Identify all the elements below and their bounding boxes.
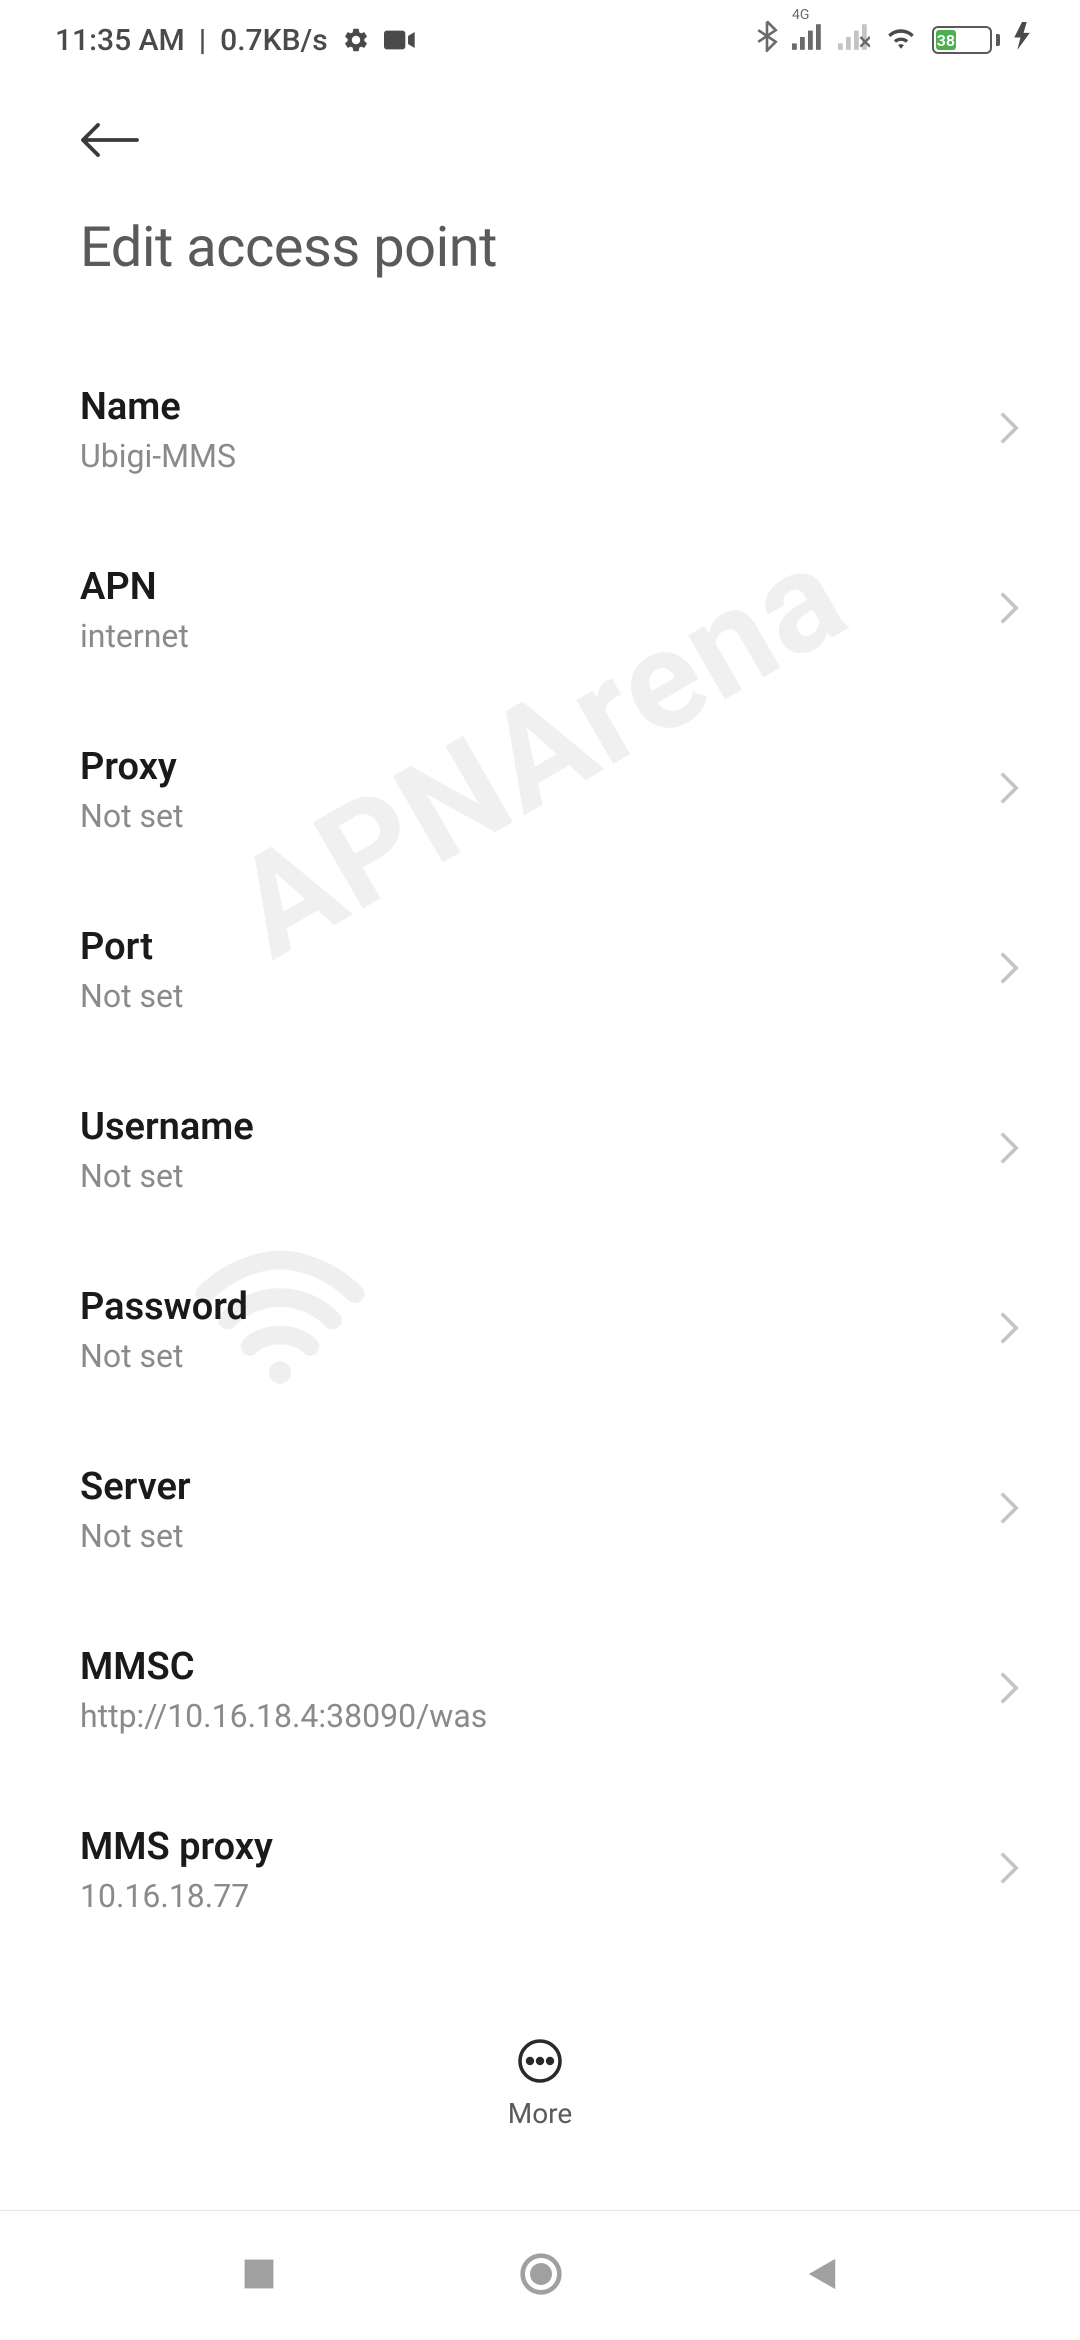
signal-4g-icon: 4G (792, 23, 824, 58)
status-time: 11:35 AM (55, 23, 185, 58)
setting-port[interactable]: Port Not set (0, 880, 1080, 1060)
nav-bar (0, 2210, 1080, 2340)
battery-icon: 38 (932, 26, 1000, 54)
chevron-right-icon (998, 1130, 1020, 1170)
setting-label: Server (80, 1465, 191, 1509)
chevron-right-icon (998, 1670, 1020, 1710)
status-bar: 11:35 AM | 0.7KB/s 4G 38 (0, 0, 1080, 80)
chevron-right-icon (998, 770, 1020, 810)
setting-label: MMSC (80, 1645, 487, 1689)
setting-value: internet (80, 617, 189, 655)
chevron-right-icon (998, 410, 1020, 450)
setting-name[interactable]: Name Ubigi-MMS (0, 340, 1080, 520)
camera-icon (384, 28, 416, 52)
wifi-icon (884, 22, 918, 58)
setting-label: Password (80, 1285, 248, 1329)
setting-value: http://10.16.18.4:38090/was (80, 1697, 487, 1735)
setting-label: Port (80, 925, 183, 969)
setting-mms-proxy[interactable]: MMS proxy 10.16.18.77 (0, 1780, 1080, 1960)
nav-recent-button[interactable] (241, 2256, 277, 2296)
charging-icon (1014, 22, 1030, 58)
setting-apn[interactable]: APN internet (0, 520, 1080, 700)
setting-value: Not set (80, 1517, 191, 1555)
setting-value: 10.16.18.77 (80, 1877, 273, 1915)
setting-value: Not set (80, 977, 183, 1015)
setting-username[interactable]: Username Not set (0, 1060, 1080, 1240)
setting-label: Proxy (80, 745, 183, 789)
chevron-right-icon (998, 1490, 1020, 1530)
chevron-right-icon (998, 1310, 1020, 1350)
signal-no-icon (838, 23, 870, 58)
setting-value: Ubigi-MMS (80, 437, 236, 475)
setting-value: Not set (80, 797, 183, 835)
settings-list: Name Ubigi-MMS APN internet Proxy Not se… (0, 280, 1080, 1960)
page-title: Edit access point (80, 214, 1025, 280)
setting-label: MMS proxy (80, 1825, 273, 1869)
gear-icon (342, 26, 370, 54)
header: Edit access point (0, 80, 1080, 280)
status-data-rate: 0.7KB/s (220, 23, 327, 58)
chevron-right-icon (998, 950, 1020, 990)
bluetooth-icon (756, 20, 778, 60)
setting-value: Not set (80, 1157, 254, 1195)
status-separator: | (199, 23, 206, 58)
back-button[interactable] (80, 120, 1025, 164)
setting-label: Username (80, 1105, 254, 1149)
setting-proxy[interactable]: Proxy Not set (0, 700, 1080, 880)
setting-label: APN (80, 565, 189, 609)
chevron-right-icon (998, 1850, 1020, 1890)
nav-home-button[interactable] (519, 2252, 563, 2300)
setting-label: Name (80, 385, 236, 429)
setting-mmsc[interactable]: MMSC http://10.16.18.4:38090/was (0, 1600, 1080, 1780)
setting-server[interactable]: Server Not set (0, 1420, 1080, 1600)
setting-password[interactable]: Password Not set (0, 1240, 1080, 1420)
nav-back-button[interactable] (805, 2255, 839, 2297)
chevron-right-icon (998, 590, 1020, 630)
setting-value: Not set (80, 1337, 248, 1375)
